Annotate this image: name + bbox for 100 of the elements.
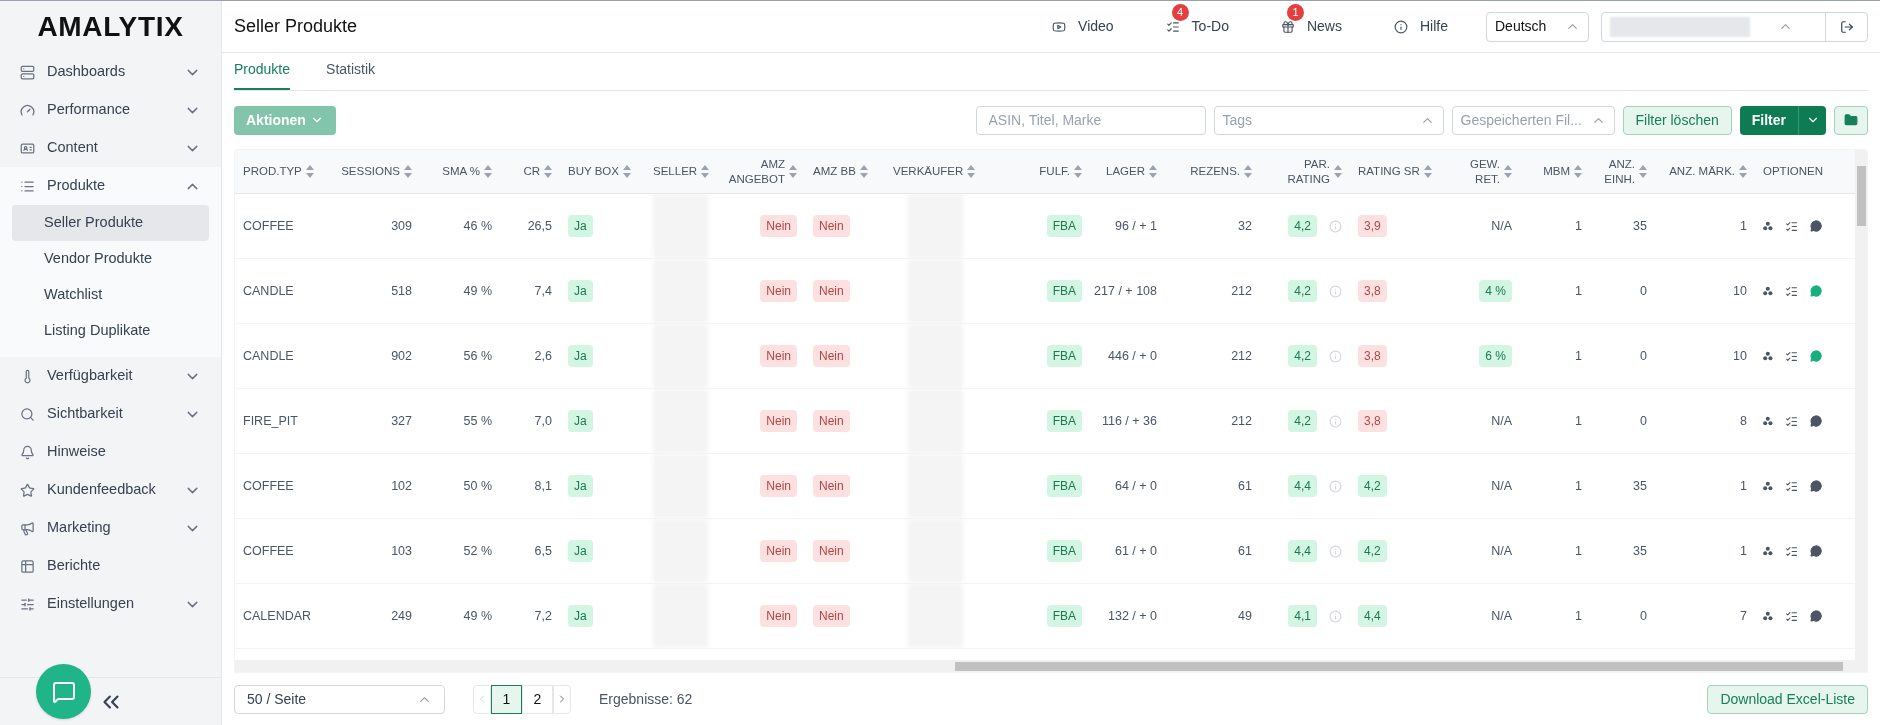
- tab[interactable]: Statistik: [326, 59, 376, 90]
- info-icon[interactable]: [1329, 479, 1342, 493]
- sort-icon[interactable]: [305, 165, 314, 178]
- sidebar-item[interactable]: Dashboards: [0, 53, 221, 91]
- horizontal-scrollbar[interactable]: [235, 660, 1867, 672]
- column-header[interactable]: CR: [500, 150, 560, 193]
- sidebar-item[interactable]: Sichtbarkeit: [0, 395, 221, 433]
- sort-icon[interactable]: [484, 165, 492, 178]
- nav-icon: [1165, 19, 1180, 34]
- sort-icon[interactable]: [967, 165, 976, 178]
- sidebar-item[interactable]: Hinweise: [0, 433, 221, 471]
- account-select[interactable]: [1601, 11, 1868, 42]
- sort-icon[interactable]: [859, 165, 868, 178]
- scrollbar-thumb[interactable]: [955, 661, 1843, 671]
- sort-icon[interactable]: [1639, 165, 1647, 178]
- nav-link[interactable]: Hilfe: [1394, 16, 1448, 37]
- comment-icon[interactable]: [1809, 544, 1822, 558]
- sidebar-item[interactable]: Marketing: [0, 509, 221, 547]
- table-cell-text: 61 / + 0: [1114, 542, 1157, 560]
- sort-icon[interactable]: [1149, 165, 1157, 178]
- submenu-item[interactable]: Listing Duplikate: [12, 313, 209, 349]
- info-icon[interactable]: [1329, 219, 1342, 233]
- info-icon[interactable]: [1329, 544, 1342, 558]
- comment-icon[interactable]: [1809, 609, 1822, 623]
- cluster-icon[interactable]: [1763, 286, 1773, 296]
- status-badge: Nein: [760, 280, 797, 302]
- sidebar-item[interactable]: Performance: [0, 91, 221, 129]
- comment-icon[interactable]: [1809, 479, 1822, 493]
- submenu-item[interactable]: Watchlist: [12, 277, 209, 313]
- download-button[interactable]: Download Excel-Liste: [1707, 684, 1868, 714]
- column-header[interactable]: LAGER: [1090, 150, 1165, 193]
- filter-button[interactable]: Filter: [1739, 105, 1798, 135]
- column-header[interactable]: FULF.: [985, 150, 1090, 193]
- nav-link[interactable]: Video: [1052, 16, 1114, 37]
- column-header[interactable]: PROD.TYP: [235, 150, 330, 193]
- sidebar-item[interactable]: Berichte: [0, 547, 221, 585]
- info-icon[interactable]: [1329, 349, 1342, 363]
- column-header[interactable]: ANZ. EINH.: [1590, 150, 1655, 193]
- page-button[interactable]: 1: [491, 684, 522, 714]
- column-header[interactable]: GEW. RET.: [1455, 150, 1520, 193]
- folder-button[interactable]: [1834, 105, 1868, 135]
- submenu-item[interactable]: Vendor Produkte: [12, 241, 209, 277]
- column-header[interactable]: SMA %: [420, 150, 500, 193]
- scrollbar-thumb[interactable]: [1856, 166, 1866, 226]
- page-button[interactable]: 2: [522, 684, 553, 714]
- column-header[interactable]: RATING SR: [1350, 150, 1455, 193]
- submenu-item[interactable]: Seller Produkte: [12, 205, 209, 241]
- column-header[interactable]: ANZ. MÄRK.: [1655, 150, 1755, 193]
- cluster-icon[interactable]: [1763, 416, 1773, 426]
- table-cell-text: COFFEE: [243, 217, 294, 235]
- sidebar-item[interactable]: Kundenfeedback: [0, 471, 221, 509]
- sidebar-item[interactable]: Verfügbarkeit: [0, 357, 221, 395]
- sort-icon[interactable]: [622, 165, 631, 178]
- cluster-icon[interactable]: [1763, 546, 1773, 556]
- sort-icon[interactable]: [1074, 165, 1082, 178]
- tab[interactable]: Produkte: [234, 59, 291, 90]
- table-cell-text: FIRE_PIT: [243, 412, 298, 430]
- sort-icon[interactable]: [544, 165, 552, 178]
- cluster-icon[interactable]: [1763, 351, 1773, 361]
- sidebar-item[interactable]: Produkte: [0, 167, 221, 205]
- sort-icon[interactable]: [1244, 165, 1252, 178]
- comment-icon[interactable]: [1809, 219, 1822, 233]
- info-icon[interactable]: [1329, 284, 1342, 298]
- sidebar-item[interactable]: Einstellungen: [0, 585, 221, 623]
- sort-icon[interactable]: [404, 165, 412, 178]
- clear-filter-button[interactable]: Filter löschen: [1622, 105, 1732, 135]
- status-badge: Nein: [760, 475, 797, 497]
- column-header[interactable]: VERKÄUFER: [885, 150, 985, 193]
- cluster-icon[interactable]: [1763, 611, 1773, 621]
- table-cell-text: 6,5: [534, 542, 552, 560]
- cluster-icon[interactable]: [1763, 481, 1773, 491]
- column-header[interactable]: AMZ ANGEBOT: [715, 150, 805, 193]
- cluster-icon[interactable]: [1763, 221, 1773, 231]
- column-header[interactable]: MBM: [1520, 150, 1590, 193]
- sort-icon[interactable]: [1334, 165, 1342, 178]
- column-header[interactable]: SELLER: [645, 150, 715, 193]
- sort-icon[interactable]: [1739, 165, 1747, 178]
- column-header[interactable]: SESSIONS: [330, 150, 420, 193]
- sort-icon[interactable]: [701, 165, 710, 178]
- next-page-button[interactable]: [553, 684, 571, 714]
- sort-icon[interactable]: [1574, 165, 1582, 178]
- info-icon[interactable]: [1329, 414, 1342, 428]
- comment-icon[interactable]: [1809, 414, 1822, 428]
- column-header[interactable]: PAR. RATING: [1260, 150, 1350, 193]
- search-field[interactable]: ASIN, Titel, Marke: [975, 105, 1206, 135]
- column-header[interactable]: REZENS.: [1165, 150, 1260, 193]
- language-select[interactable]: Deutsch: [1486, 11, 1589, 42]
- vertical-scrollbar[interactable]: [1855, 150, 1867, 660]
- chat-button[interactable]: [36, 664, 91, 719]
- status-badge: Nein: [813, 280, 850, 302]
- page-size-select[interactable]: 50 / Seite: [234, 684, 445, 714]
- column-header[interactable]: AMZ BB: [805, 150, 885, 193]
- column-header[interactable]: BUY BOX: [560, 150, 645, 193]
- sort-icon[interactable]: [1423, 165, 1432, 178]
- info-icon[interactable]: [1329, 609, 1342, 623]
- sort-icon[interactable]: [789, 165, 797, 178]
- sidebar-item[interactable]: Content: [0, 129, 221, 167]
- folder-icon: [1844, 113, 1858, 127]
- sort-icon[interactable]: [1504, 165, 1512, 178]
- filter-dropdown-button[interactable]: [1798, 105, 1826, 135]
